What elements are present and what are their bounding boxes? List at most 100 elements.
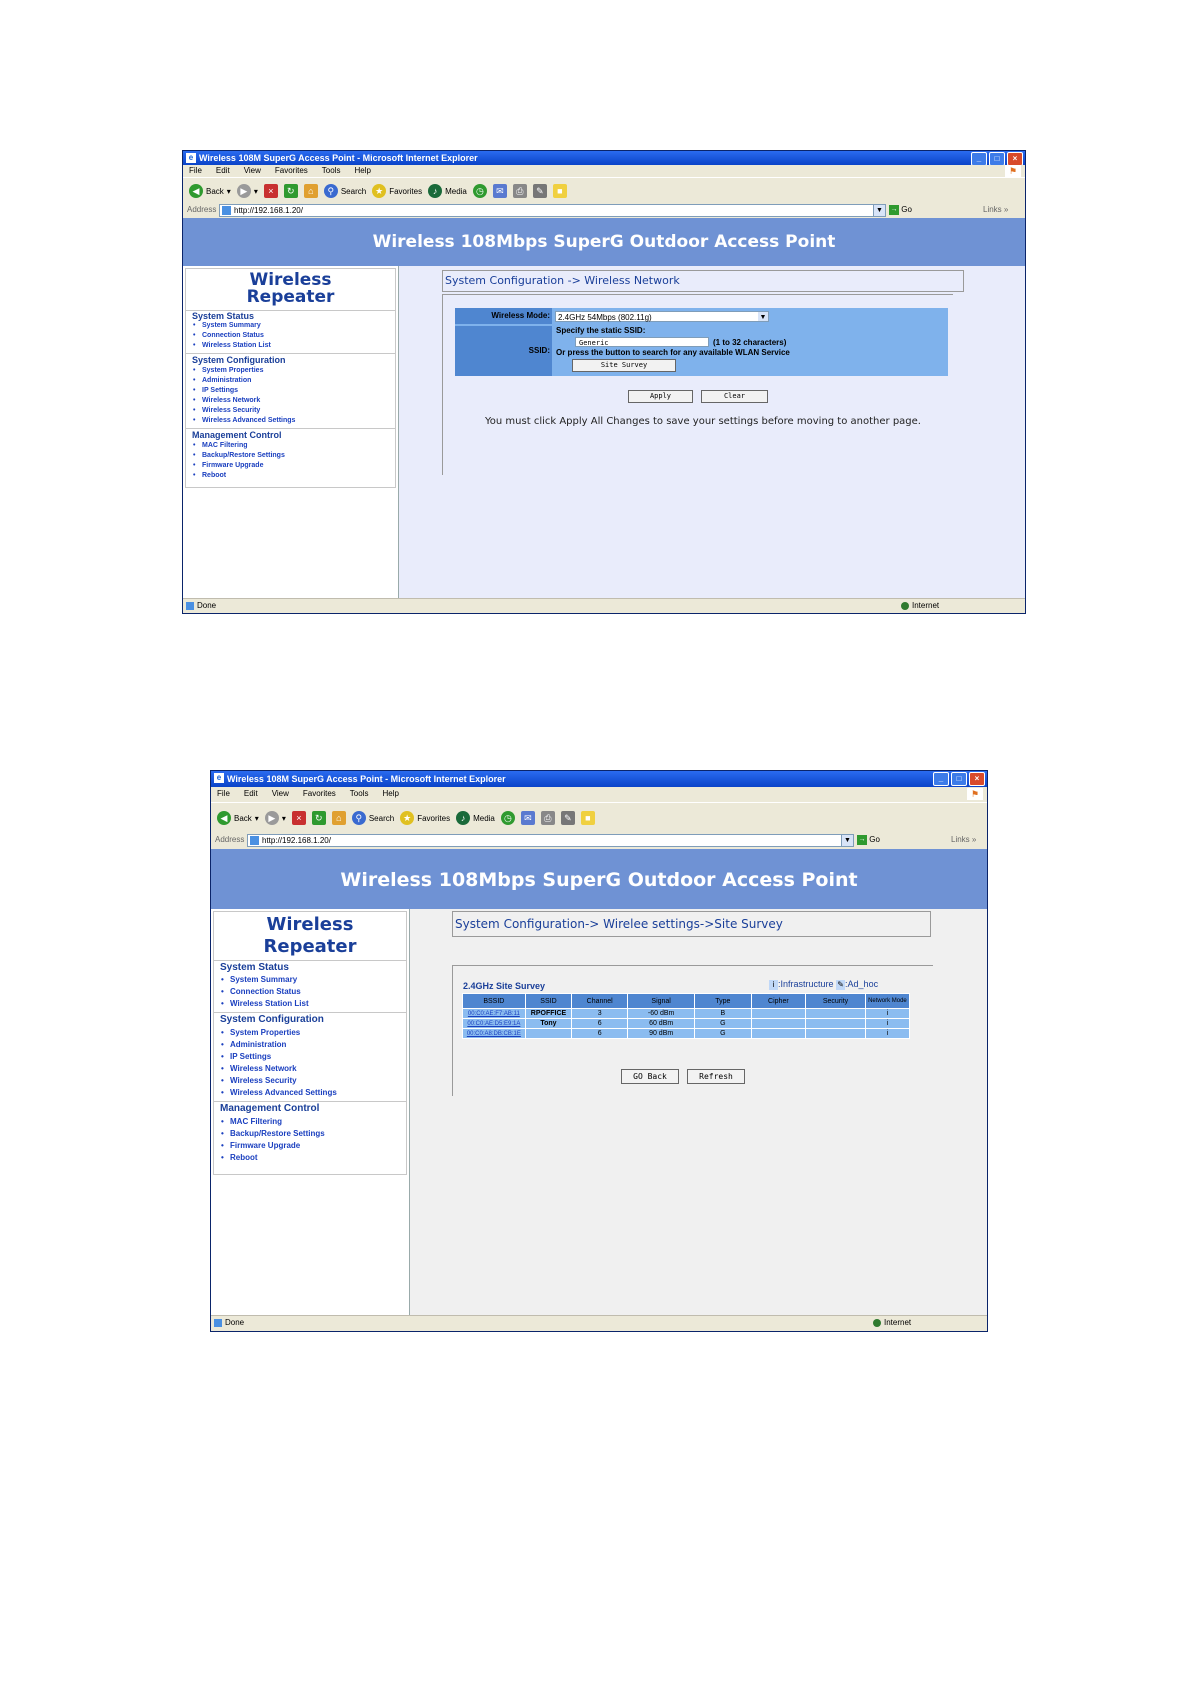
print-icon[interactable]: ⎙ (540, 811, 555, 825)
history-icon[interactable]: ◷ (500, 811, 515, 825)
ssid-input[interactable]: Generic (575, 337, 709, 347)
bssid-link[interactable]: 00:C0:AE:D5:E9:1A (462, 1018, 526, 1029)
mail-icon[interactable]: ✉ (492, 184, 507, 198)
stop-icon[interactable]: × (291, 811, 306, 825)
nav-firmware-upgrade[interactable]: Firmware Upgrade (214, 1140, 406, 1152)
menu-edit[interactable]: Edit (216, 165, 230, 177)
nav-mac-filtering[interactable]: MAC Filtering (186, 441, 395, 451)
menu-view[interactable]: View (244, 165, 261, 177)
apply-button[interactable]: Apply (628, 390, 693, 403)
go-button[interactable]: → Go (857, 833, 880, 847)
go-button[interactable]: → Go (889, 203, 912, 217)
menu-view[interactable]: View (272, 788, 289, 801)
menu-favorites[interactable]: Favorites (303, 788, 336, 801)
nav-wireless-security[interactable]: Wireless Security (186, 406, 395, 416)
refresh-icon[interactable]: ↻ (311, 811, 326, 825)
address-input[interactable]: http://192.168.1.20/ (219, 204, 885, 217)
nav-wireless-security[interactable]: Wireless Security (214, 1075, 406, 1087)
search-button[interactable]: ⚲ Search (323, 184, 366, 198)
status-done: Done (225, 1318, 245, 1327)
menu-tools[interactable]: Tools (350, 788, 369, 801)
back-button[interactable]: ◀ Back ▾ (217, 811, 259, 825)
favorites-button[interactable]: ★ Favorites (372, 184, 422, 198)
nav-wireless-station-list[interactable]: Wireless Station List (186, 341, 395, 351)
menu-file[interactable]: File (189, 165, 202, 177)
bssid-link[interactable]: 00:C0:AE:F7:AB:11 (462, 1008, 526, 1019)
nav-system-summary[interactable]: System Summary (214, 974, 406, 986)
back-button[interactable]: ◀ Back ▾ (189, 184, 231, 198)
nav-ip-settings[interactable]: IP Settings (186, 386, 395, 396)
refresh-icon[interactable]: ↻ (283, 184, 298, 198)
forward-button[interactable]: ▶ ▾ (236, 184, 258, 198)
address-input[interactable]: http://192.168.1.20/ (247, 834, 853, 847)
messenger-icon[interactable]: ■ (552, 184, 567, 198)
menu-favorites[interactable]: Favorites (275, 165, 308, 177)
messenger-icon[interactable]: ■ (580, 811, 595, 825)
bssid-link[interactable]: 00:C0:A8:DB:CB:1E (462, 1028, 526, 1039)
window-title: Wireless 108M SuperG Access Point - Micr… (199, 153, 478, 163)
table-cell: i (864, 1028, 911, 1039)
menu-help[interactable]: Help (354, 165, 370, 177)
maximize-button[interactable]: □ (989, 152, 1005, 166)
infrastructure-icon: i (769, 980, 778, 990)
nav-connection-status[interactable]: Connection Status (214, 986, 406, 998)
table-cell: 3 (571, 1008, 629, 1019)
nav-wireless-station-list[interactable]: Wireless Station List (214, 998, 406, 1010)
nav-wireless-advanced-settings[interactable]: Wireless Advanced Settings (186, 416, 395, 426)
address-dropdown-icon[interactable]: ▼ (873, 204, 886, 217)
window-title-bar[interactable]: e Wireless 108M SuperG Access Point - Mi… (183, 151, 1025, 166)
forward-button[interactable]: ▶ ▾ (264, 811, 286, 825)
nav-firmware-upgrade[interactable]: Firmware Upgrade (186, 461, 395, 471)
site-survey-button[interactable]: Site Survey (572, 359, 676, 372)
menu-tools[interactable]: Tools (322, 165, 341, 177)
nav-backup-restore[interactable]: Backup/Restore Settings (186, 451, 395, 461)
search-button[interactable]: ⚲ Search (351, 811, 394, 825)
favorites-button[interactable]: ★ Favorites (400, 811, 450, 825)
nav-reboot[interactable]: Reboot (186, 471, 395, 481)
nav-mac-filtering[interactable]: MAC Filtering (214, 1116, 406, 1128)
nav-administration[interactable]: Administration (214, 1039, 406, 1051)
nav-reboot[interactable]: Reboot (214, 1152, 406, 1164)
go-back-button[interactable]: GO Back (621, 1069, 679, 1084)
menu-help[interactable]: Help (382, 788, 398, 801)
media-button[interactable]: ♪ Media (456, 811, 495, 825)
go-arrow-icon: → (857, 834, 867, 845)
close-button[interactable]: × (1007, 152, 1023, 166)
close-button[interactable]: × (969, 772, 985, 786)
nav-wireless-advanced-settings[interactable]: Wireless Advanced Settings (214, 1087, 406, 1099)
minimize-button[interactable]: _ (933, 772, 949, 786)
minimize-button[interactable]: _ (971, 152, 987, 166)
media-button[interactable]: ♪ Media (428, 184, 467, 198)
globe-icon (873, 1318, 881, 1327)
nav-connection-status[interactable]: Connection Status (186, 331, 395, 341)
nav-wireless-network[interactable]: Wireless Network (186, 396, 395, 406)
links-button[interactable]: Links » (951, 833, 976, 847)
home-icon[interactable]: ⌂ (303, 184, 318, 198)
ssid-label: SSID: (455, 326, 552, 376)
stop-icon[interactable]: × (263, 184, 278, 198)
maximize-button[interactable]: □ (951, 772, 967, 786)
nav-backup-restore[interactable]: Backup/Restore Settings (214, 1128, 406, 1140)
edit-icon[interactable]: ✎ (560, 811, 575, 825)
nav-system-properties[interactable]: System Properties (186, 366, 395, 376)
home-icon[interactable]: ⌂ (331, 811, 346, 825)
history-icon[interactable]: ◷ (472, 184, 487, 198)
sidebar: Wireless Repeater System Status System S… (183, 266, 399, 598)
wireless-mode-select[interactable]: 2.4GHz 54Mbps (802.11g) ▼ (555, 311, 769, 322)
nav-ip-settings[interactable]: IP Settings (214, 1051, 406, 1063)
media-icon: ♪ (456, 811, 471, 825)
nav-system-summary[interactable]: System Summary (186, 321, 395, 331)
nav-wireless-network[interactable]: Wireless Network (214, 1063, 406, 1075)
edit-icon[interactable]: ✎ (532, 184, 547, 198)
print-icon[interactable]: ⎙ (512, 184, 527, 198)
refresh-button[interactable]: Refresh (687, 1069, 745, 1084)
clear-button[interactable]: Clear (701, 390, 768, 403)
links-button[interactable]: Links » (983, 203, 1008, 217)
nav-administration[interactable]: Administration (186, 376, 395, 386)
nav-system-properties[interactable]: System Properties (214, 1027, 406, 1039)
window-title-bar[interactable]: e Wireless 108M SuperG Access Point - Mi… (211, 771, 987, 787)
mail-icon[interactable]: ✉ (520, 811, 535, 825)
menu-edit[interactable]: Edit (244, 788, 258, 801)
address-dropdown-icon[interactable]: ▼ (841, 834, 854, 847)
menu-file[interactable]: File (217, 788, 230, 801)
